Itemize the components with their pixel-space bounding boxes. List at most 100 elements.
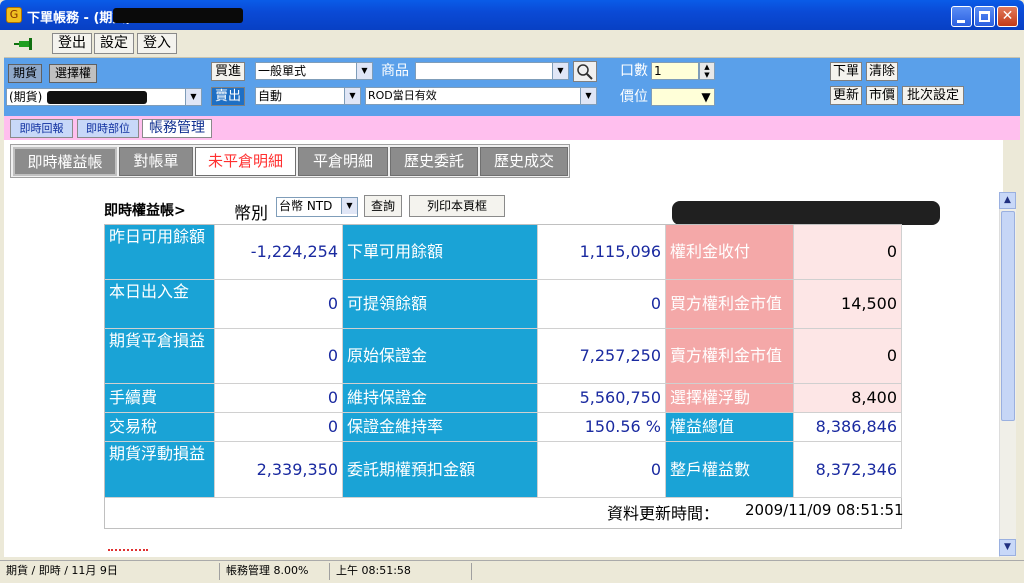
update-time-label: 資料更新時間： xyxy=(607,504,720,523)
field-value: 8,372,346 xyxy=(794,442,902,498)
redacted-account-number xyxy=(47,91,147,104)
field-value: 5,560,750 xyxy=(538,384,666,413)
field-value: 8,386,846 xyxy=(794,413,902,442)
field-value: 1,115,096 xyxy=(538,225,666,280)
update-button[interactable]: 更新 xyxy=(830,86,862,105)
batch-setting-button[interactable]: 批次設定 xyxy=(902,86,964,105)
chevron-down-icon: ▼ xyxy=(341,198,357,214)
mode-select[interactable]: 自動 ▼ xyxy=(255,87,361,105)
account-prefix: (期貨) xyxy=(9,90,43,104)
field-value: 0 xyxy=(215,280,343,329)
order-type-select[interactable]: 一般單式 ▼ xyxy=(255,62,373,80)
field-label: 權益總值 xyxy=(666,413,794,442)
redacted-account-info xyxy=(672,201,940,225)
mode-value: 自動 xyxy=(258,89,283,103)
settings-button[interactable]: 設定 xyxy=(94,33,134,54)
place-order-button[interactable]: 下單 xyxy=(830,62,862,81)
tab-ledger[interactable]: 帳務管理 xyxy=(142,119,212,138)
equity-table: 昨日可用餘額 -1,224,254 下單可用餘額 1,115,096 權利金收付 0 本日出… xyxy=(104,224,902,529)
minimize-button[interactable] xyxy=(951,6,972,27)
tab-realtime-position[interactable]: 即時部位 xyxy=(77,119,139,138)
status-module: 帳務管理 8.00% xyxy=(222,563,330,580)
qty-input[interactable]: 1 xyxy=(651,62,699,80)
subtab-open-positions[interactable]: 未平倉明細 xyxy=(195,147,296,176)
product-select[interactable]: ▼ xyxy=(415,62,569,80)
chevron-down-icon: ▼ xyxy=(698,89,714,105)
field-value: 2,339,350 xyxy=(215,442,343,498)
price-input[interactable]: ▼ xyxy=(651,88,715,106)
field-label: 可提領餘額 xyxy=(343,280,538,329)
field-value: 0 xyxy=(215,329,343,384)
field-label: 維持保證金 xyxy=(343,384,538,413)
field-label: 本日出入金 xyxy=(105,280,215,329)
account-select[interactable]: (期貨) ▼ xyxy=(6,88,202,106)
field-value: -1,224,254 xyxy=(215,225,343,280)
login-button[interactable]: 登入 xyxy=(137,33,177,54)
query-button[interactable]: 查詢 xyxy=(364,195,402,217)
condition-select[interactable]: ROD當日有效 ▼ xyxy=(365,87,597,105)
field-label: 交易稅 xyxy=(105,413,215,442)
redacted-account xyxy=(113,8,243,23)
update-time-value: 2009/11/09 08:51:51 xyxy=(745,501,904,519)
chevron-down-icon: ▼ xyxy=(356,63,372,79)
field-value: 0 xyxy=(538,442,666,498)
scroll-up-button[interactable]: ▲ xyxy=(999,192,1016,209)
field-label: 手續費 xyxy=(105,384,215,413)
pin-button[interactable] xyxy=(10,33,40,55)
currency-select[interactable]: 台幣 NTD ▼ xyxy=(276,197,358,217)
subtab-closed-positions[interactable]: 平倉明細 xyxy=(298,147,388,176)
condition-value: ROD當日有效 xyxy=(368,89,437,102)
field-label: 期貨平倉損益 xyxy=(105,329,215,384)
field-label: 買方權利金市值 xyxy=(666,280,794,329)
field-label: 期貨浮動損益 xyxy=(105,442,215,498)
subtab-statement[interactable]: 對帳單 xyxy=(119,147,193,176)
sell-button[interactable]: 賣出 xyxy=(211,87,245,106)
search-icon xyxy=(577,64,593,80)
qty-label: 口數 xyxy=(620,63,648,79)
ledger-title: 即時權益帳> xyxy=(104,203,186,219)
print-button[interactable]: 列印本頁框 xyxy=(409,195,505,217)
buy-button[interactable]: 買進 xyxy=(211,62,245,81)
currency-label: 幣別 xyxy=(234,204,268,224)
field-value: 0 xyxy=(794,225,902,280)
field-label: 選擇權浮動 xyxy=(666,384,794,413)
field-label: 下單可用餘額 xyxy=(343,225,538,280)
field-label: 整戶權益數 xyxy=(666,442,794,498)
divider xyxy=(108,549,148,555)
chevron-down-icon: ▼ xyxy=(185,89,201,105)
status-time: 上午 08:51:58 xyxy=(332,563,472,580)
field-value: 7,257,250 xyxy=(538,329,666,384)
field-value: 150.56 % xyxy=(538,413,666,442)
field-label: 原始保證金 xyxy=(343,329,538,384)
options-tab[interactable]: 選擇權 xyxy=(49,64,97,83)
field-value: 8,400 xyxy=(794,384,902,413)
product-search-button[interactable] xyxy=(573,61,597,82)
field-label: 賣方權利金市值 xyxy=(666,329,794,384)
subtab-order-history[interactable]: 歷史委託 xyxy=(390,147,478,176)
pin-icon xyxy=(14,38,32,50)
tab-realtime-report[interactable]: 即時回報 xyxy=(10,119,73,138)
field-value: 14,500 xyxy=(794,280,902,329)
field-value: 0 xyxy=(215,413,343,442)
status-market: 期貨 / 即時 / 11月 9日 xyxy=(2,563,220,580)
price-label: 價位 xyxy=(620,89,648,105)
scroll-down-button[interactable]: ▼ xyxy=(999,539,1016,556)
currency-value: 台幣 NTD xyxy=(279,199,333,213)
chevron-down-icon: ▼ xyxy=(552,63,568,79)
close-icon: ✕ xyxy=(1001,8,1014,24)
maximize-button[interactable] xyxy=(974,6,995,27)
subtab-equity[interactable]: 即時權益帳 xyxy=(13,147,117,176)
field-label: 委託期權預扣金額 xyxy=(343,442,538,498)
app-icon: G xyxy=(6,7,22,23)
chevron-down-icon: ▼ xyxy=(580,88,596,104)
futures-tab[interactable]: 期貨 xyxy=(8,64,42,83)
field-value: 0 xyxy=(215,384,343,413)
market-price-button[interactable]: 市價 xyxy=(866,86,898,105)
logout-button[interactable]: 登出 xyxy=(52,33,92,54)
qty-stepper[interactable]: ▲ ▼ xyxy=(699,62,715,80)
subtab-trade-history[interactable]: 歷史成交 xyxy=(480,147,568,176)
clear-button[interactable]: 清除 xyxy=(866,62,898,81)
close-button[interactable]: ✕ xyxy=(997,6,1018,27)
scroll-thumb[interactable] xyxy=(1001,211,1015,421)
order-type-value: 一般單式 xyxy=(258,64,307,78)
